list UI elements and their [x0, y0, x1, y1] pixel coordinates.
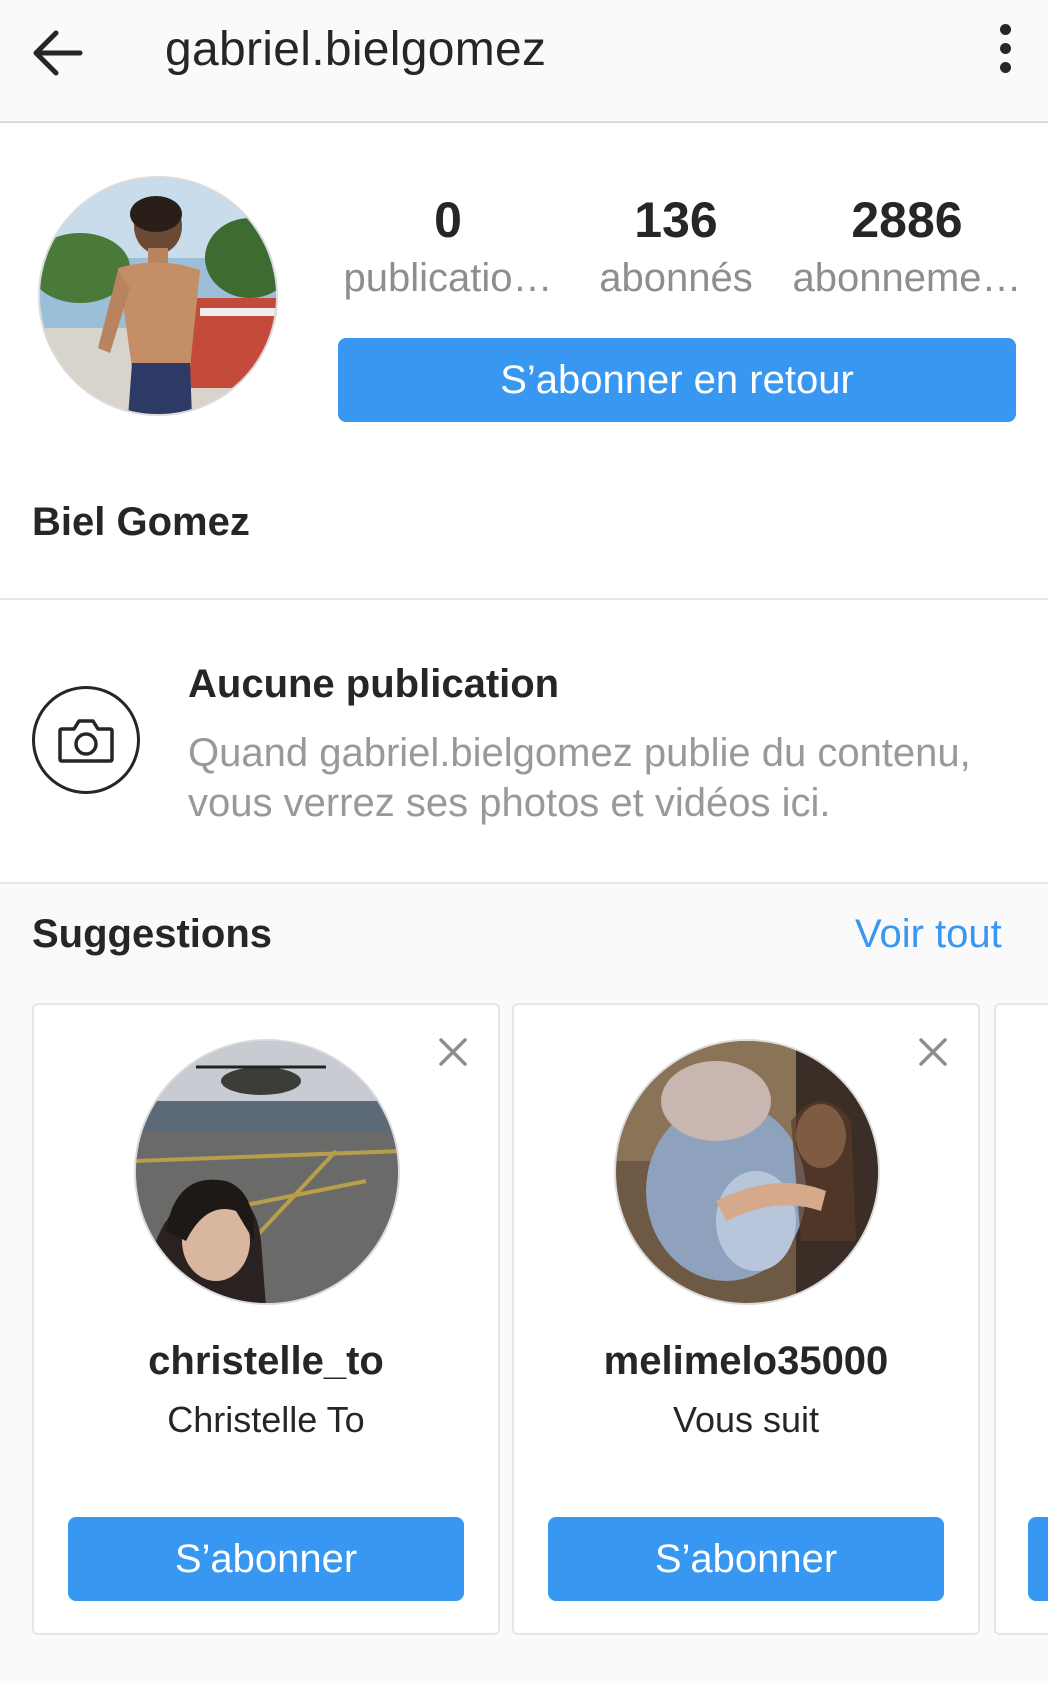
- back-arrow-icon[interactable]: [30, 25, 86, 81]
- follow-button-partial[interactable]: [1028, 1517, 1048, 1601]
- see-all-link[interactable]: Voir tout: [855, 912, 1002, 957]
- divider: [0, 598, 1048, 600]
- followers-stat[interactable]: 136 abonnés: [566, 190, 786, 306]
- no-posts-title: Aucune publication: [188, 662, 560, 706]
- following-count: 2886: [851, 192, 963, 248]
- suggestion-card[interactable]: christelle_to Christelle To S’abonner: [32, 1003, 500, 1635]
- follow-button[interactable]: S’abonner: [548, 1517, 944, 1601]
- profile-full-name: Biel Gomez: [32, 500, 250, 544]
- following-label: abonneme…: [792, 256, 1022, 300]
- suggestion-card-partial[interactable]: [994, 1003, 1048, 1635]
- suggestion-card[interactable]: melimelo35000 Vous suit S’abonner: [512, 1003, 980, 1635]
- following-stat[interactable]: 2886 abonneme…: [790, 190, 1024, 306]
- suggestion-avatar[interactable]: [614, 1039, 880, 1305]
- posts-label: publicatio…: [343, 256, 553, 300]
- suggestion-avatar[interactable]: [134, 1039, 400, 1305]
- close-icon[interactable]: [918, 1037, 948, 1067]
- follow-button[interactable]: S’abonner: [68, 1517, 464, 1601]
- suggestion-subtitle: Christelle To: [167, 1399, 365, 1440]
- camera-icon: [32, 686, 140, 794]
- suggestion-subtitle: Vous suit: [672, 1399, 820, 1440]
- suggestions-title: Suggestions: [32, 912, 273, 956]
- no-posts-description: Quand gabriel.bielgomez publie du conten…: [188, 731, 971, 825]
- posts-stat[interactable]: 0 publicatio…: [338, 190, 558, 306]
- close-icon[interactable]: [438, 1037, 468, 1067]
- follow-back-button[interactable]: S’abonner en retour: [338, 338, 1016, 422]
- suggestion-username[interactable]: melimelo35000: [514, 1339, 978, 1384]
- profile-avatar[interactable]: [38, 176, 278, 416]
- followers-label: abonnés: [599, 256, 753, 300]
- more-options-icon[interactable]: [990, 24, 1020, 80]
- suggestion-username[interactable]: christelle_to: [34, 1339, 498, 1384]
- profile-username-title: gabriel.bielgomez: [165, 23, 547, 76]
- followers-count: 136: [634, 192, 718, 248]
- app-bar: gabriel.bielgomez: [0, 0, 1048, 123]
- posts-count: 0: [434, 192, 462, 248]
